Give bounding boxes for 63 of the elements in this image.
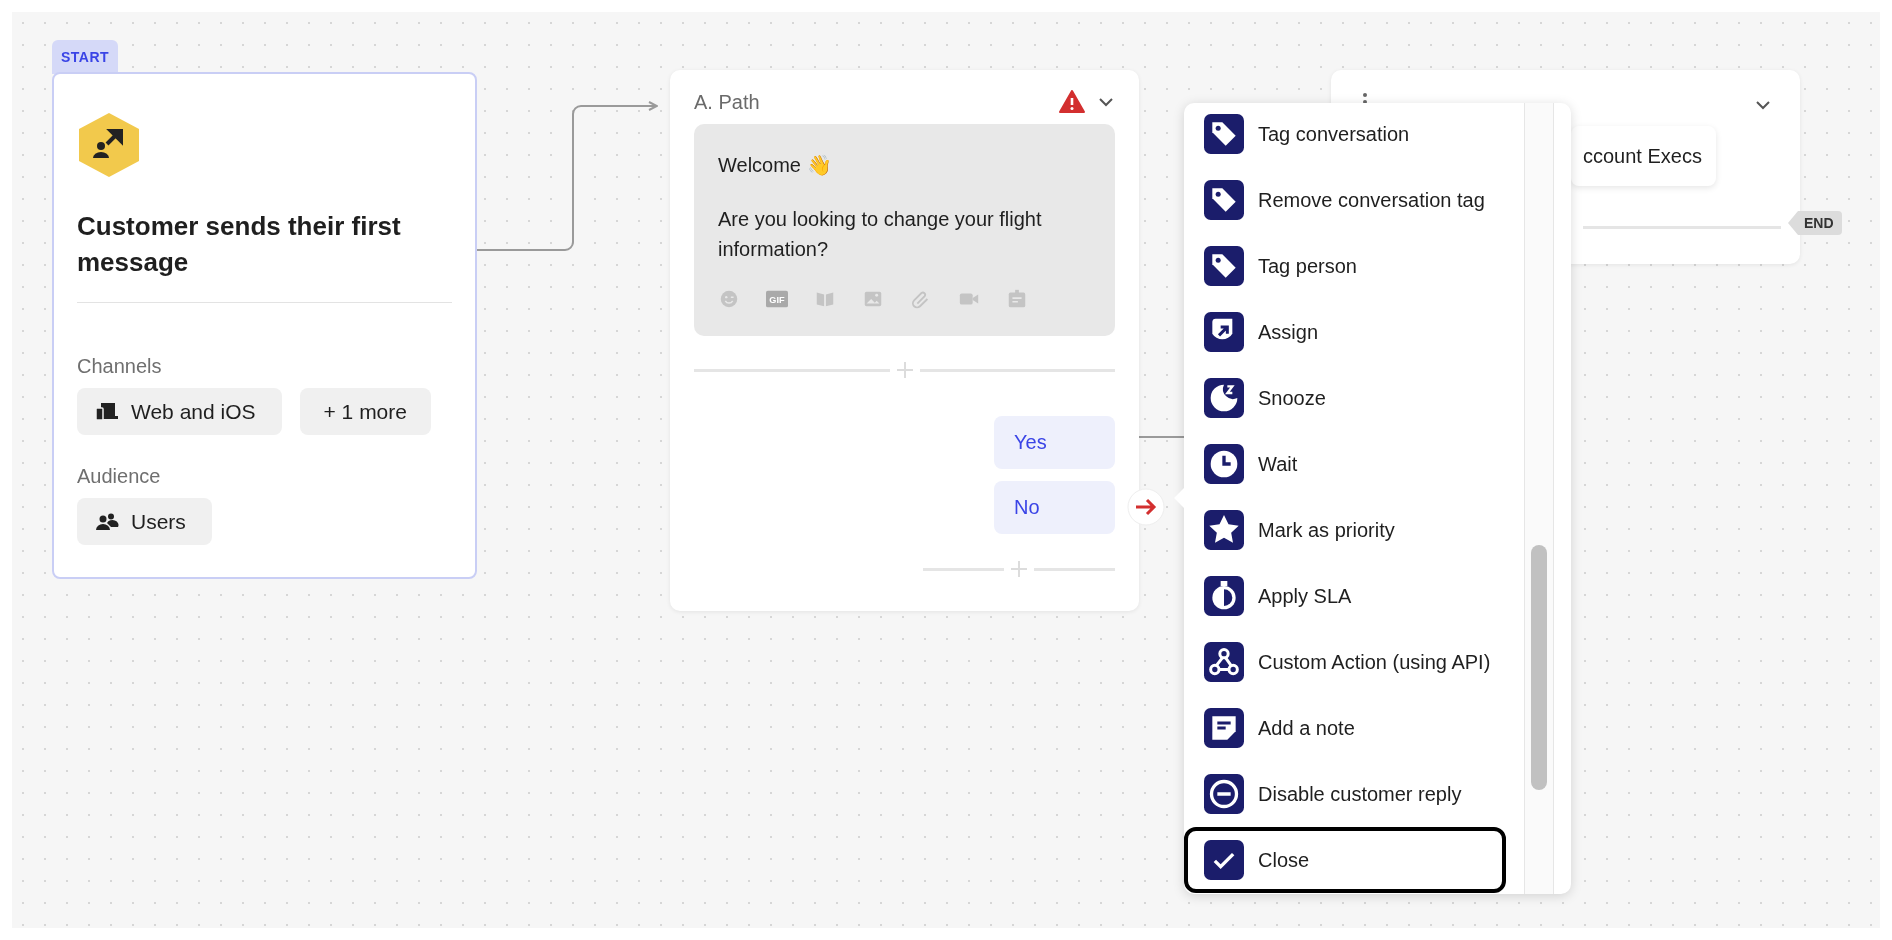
assign-icon xyxy=(1204,312,1244,352)
menu-item[interactable]: Snooze xyxy=(1184,365,1506,431)
menu-item-label: Mark as priority xyxy=(1258,518,1395,542)
menu-item[interactable]: Custom Action (using API) xyxy=(1184,629,1506,695)
menu-item[interactable]: Add a note xyxy=(1184,695,1506,761)
menu-item-label: Assign xyxy=(1258,320,1319,344)
menu-item[interactable]: Close xyxy=(1184,827,1506,893)
menu-item[interactable]: Apply SLA xyxy=(1184,563,1506,629)
message-text: Are you looking to change your flight information? xyxy=(718,207,1043,262)
form-icon[interactable] xyxy=(1006,288,1028,310)
moon-icon xyxy=(1204,378,1244,418)
chip-label: + 1 more xyxy=(323,399,407,424)
more-chip[interactable]: + 1 more xyxy=(299,388,431,435)
tag-icon xyxy=(1204,246,1244,286)
drag-handle-icon[interactable] xyxy=(1361,92,1369,104)
menu-item-label: Remove conversation tag xyxy=(1258,188,1485,212)
add-icon[interactable] xyxy=(1010,560,1028,578)
trigger-card[interactable]: Customer sends their first message Channels Web and iOS + 1 more Audience Users xyxy=(52,72,477,579)
scrollbar-thumb[interactable] xyxy=(1531,545,1547,790)
stopwatch-icon xyxy=(1204,576,1244,616)
menu-item[interactable]: Remove conversation tag xyxy=(1184,167,1506,233)
start-badge: START xyxy=(52,40,118,74)
menu-item[interactable]: Assign xyxy=(1184,299,1506,365)
emoji-icon[interactable] xyxy=(718,288,740,310)
section-label: Audience xyxy=(77,465,162,488)
reply-button[interactable]: Yes xyxy=(994,416,1115,469)
tag-icon xyxy=(1204,114,1244,154)
channel-chip[interactable]: Web and iOS xyxy=(77,388,282,435)
menu-item-label: Custom Action (using API) xyxy=(1258,650,1491,674)
chip-label: Users xyxy=(131,509,186,534)
clock-icon xyxy=(1204,444,1244,484)
message-bubble[interactable]: Welcome 👋 Are you looking to change your flight information? GIF xyxy=(694,124,1115,336)
tag-icon xyxy=(1204,180,1244,220)
reply-button[interactable]: No xyxy=(994,481,1115,534)
menu-item[interactable]: Wait xyxy=(1184,431,1506,497)
menu-item-label: Disable customer reply xyxy=(1258,782,1462,806)
menu-item[interactable]: Disable customer reply xyxy=(1184,761,1506,827)
menu-item-label: Tag person xyxy=(1258,254,1357,278)
chip-label: Web and iOS xyxy=(131,399,256,424)
menu-item-label: Wait xyxy=(1258,452,1298,476)
menu-item-label: Tag conversation xyxy=(1258,122,1410,146)
audience-chip[interactable]: Users xyxy=(77,498,212,545)
menu-item[interactable]: Tag person xyxy=(1184,233,1506,299)
team-chip[interactable]: ccount Execs xyxy=(1571,126,1716,186)
menu-item-label: Close xyxy=(1258,848,1310,872)
add-icon[interactable] xyxy=(895,361,914,379)
message-text: Welcome 👋 xyxy=(718,153,833,178)
menu-item-label: Snooze xyxy=(1258,386,1326,410)
end-badge-tip xyxy=(1788,211,1798,235)
note-icon xyxy=(1204,708,1244,748)
path-title: A. Path xyxy=(694,90,760,114)
trigger-icon xyxy=(77,112,141,178)
arrow-right-icon[interactable] xyxy=(1126,487,1166,527)
menu-item-label: Apply SLA xyxy=(1258,584,1352,608)
section-label: Channels xyxy=(77,355,163,378)
menu-item[interactable]: Tag conversation xyxy=(1184,103,1506,167)
menu-item[interactable]: Mark as priority xyxy=(1184,497,1506,563)
devices-icon xyxy=(95,401,119,422)
menu-item-label: Add a note xyxy=(1258,716,1355,740)
trigger-title: Customer sends their first message xyxy=(77,208,452,303)
check-icon xyxy=(1204,840,1244,880)
webhook-icon xyxy=(1204,642,1244,682)
users-icon xyxy=(95,511,119,532)
